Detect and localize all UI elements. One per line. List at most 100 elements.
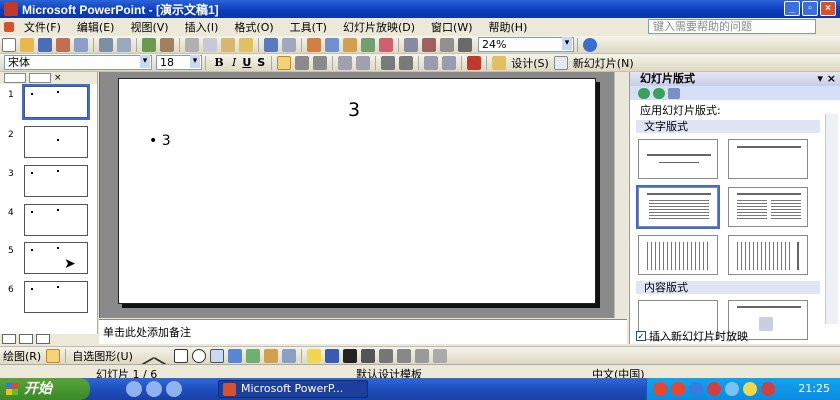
tray-network-icon[interactable] [689,382,703,396]
menu-tools[interactable]: 工具(T) [282,19,335,35]
menu-window[interactable]: 窗口(W) [423,19,480,35]
slide-thumb-row[interactable]: 6 [0,281,98,317]
slide-thumbnail[interactable] [22,84,90,120]
tray-antivirus-icon[interactable] [707,382,721,396]
minimize-button[interactable]: _ [784,1,800,16]
start-button[interactable]: 开始 [0,378,90,400]
shadow-button[interactable]: S [257,56,265,69]
slide-thumb-row[interactable]: 1 [0,84,98,122]
menu-view[interactable]: 视图(V) [122,19,176,35]
insert-diagram-icon[interactable] [379,37,393,52]
bullet-text[interactable]: 3 [162,133,171,149]
close-task-pane-icon[interactable]: ▾ × [817,72,836,86]
slide-thumb-row[interactable]: 2 [0,126,98,162]
underline-button[interactable]: U [242,56,251,69]
select-objects-icon[interactable] [46,348,61,363]
picture-icon[interactable] [281,348,296,363]
menu-edit[interactable]: 编辑(E) [69,19,123,35]
slide-thumbnail[interactable] [24,204,88,236]
help-icon[interactable] [583,37,597,52]
home-icon[interactable] [668,87,680,99]
autoshapes-button[interactable]: 自选图形(U) [72,348,133,364]
vertical-scrollbar[interactable] [614,72,627,318]
save-icon[interactable] [38,37,52,52]
normal-view-icon[interactable] [2,334,16,344]
line-icon[interactable] [135,345,155,366]
font-color-draw-icon[interactable] [342,348,357,363]
slide-thumb-row[interactable]: 4 [0,204,98,240]
open-icon[interactable] [20,37,34,52]
menu-slideshow[interactable]: 幻灯片放映(D) [335,19,423,35]
numbering-icon[interactable] [338,55,353,70]
research-icon[interactable] [160,37,174,52]
tab-outline[interactable] [4,73,26,83]
line-color-icon[interactable] [324,348,339,363]
show-formatting-icon[interactable] [422,37,436,52]
document-icon[interactable] [4,22,14,32]
close-pane-icon[interactable]: × [54,73,64,83]
slide-thumb-row[interactable]: 5 [0,242,98,278]
slide-sorter-view-icon[interactable] [19,334,33,344]
layout-vertical-text[interactable] [638,235,718,275]
tray-security-icon[interactable] [671,382,685,396]
new-slide-icon[interactable] [553,55,568,70]
email-icon[interactable] [74,37,88,52]
bullets-icon[interactable] [356,55,371,70]
slide-thumbnail[interactable] [24,165,88,197]
bold-button[interactable]: B [212,56,226,69]
back-icon[interactable] [638,87,650,99]
layout-vertical-title-text[interactable] [728,235,808,275]
3d-style-icon[interactable] [432,348,447,363]
diagram-icon[interactable] [245,348,260,363]
grid-icon[interactable] [440,37,454,52]
dash-style-icon[interactable] [378,348,393,363]
slide-thumb-row[interactable]: 3 [0,165,98,201]
taskbar-powerpoint-item[interactable]: Microsoft PowerP... [218,380,368,398]
tray-volume-icon[interactable] [743,382,757,396]
arrow-style-icon[interactable] [396,348,411,363]
menu-file[interactable]: 文件(F) [16,19,69,35]
font-select[interactable]: 宋体 [4,55,152,70]
menu-insert[interactable]: 插入(I) [177,19,227,35]
tray-input-icon[interactable] [761,382,775,396]
expand-all-icon[interactable] [404,37,418,52]
insert-picture-icon[interactable] [361,37,375,52]
desktop-icon[interactable] [166,381,182,397]
align-right-icon[interactable] [313,55,328,70]
align-left-icon[interactable] [277,55,292,70]
decrease-font-icon[interactable] [399,55,414,70]
design-icon[interactable] [492,55,507,70]
align-center-icon[interactable] [295,55,310,70]
forward-icon[interactable] [653,87,665,99]
clipart-icon[interactable] [263,348,278,363]
slide-body-placeholder[interactable]: • 3 [149,133,171,149]
color-grayscale-icon[interactable] [458,37,472,52]
slide-canvas[interactable]: 3 • 3 [118,78,596,304]
increase-indent-icon[interactable] [442,55,457,70]
slide-thumbnail[interactable] [24,126,88,158]
slide-thumbnail[interactable] [24,242,88,274]
layout-title-slide[interactable] [638,139,718,179]
line-style-icon[interactable] [360,348,375,363]
print-icon[interactable] [99,37,113,52]
insert-table-icon[interactable] [325,37,339,52]
restore-button[interactable]: ▫ [802,1,818,16]
tab-slides[interactable] [29,73,51,83]
zoom-select[interactable]: 24% [478,37,574,52]
fill-color-icon[interactable] [306,348,321,363]
browser-icon[interactable] [126,381,142,397]
wordart-icon[interactable] [227,348,242,363]
insert-chart-icon[interactable] [307,37,321,52]
paste-icon[interactable] [221,37,235,52]
cut-icon[interactable] [185,37,199,52]
tray-app-icon[interactable] [653,382,667,396]
new-icon[interactable] [2,37,16,52]
permission-icon[interactable] [56,37,70,52]
slide-title-placeholder[interactable]: 3 [119,99,589,121]
copy-icon[interactable] [203,37,217,52]
decrease-indent-icon[interactable] [424,55,439,70]
menu-format[interactable]: 格式(O) [226,19,281,35]
powerpoint-app-icon[interactable] [4,2,18,16]
menu-help[interactable]: 帮助(H) [481,19,536,35]
oval-icon[interactable] [191,348,206,363]
